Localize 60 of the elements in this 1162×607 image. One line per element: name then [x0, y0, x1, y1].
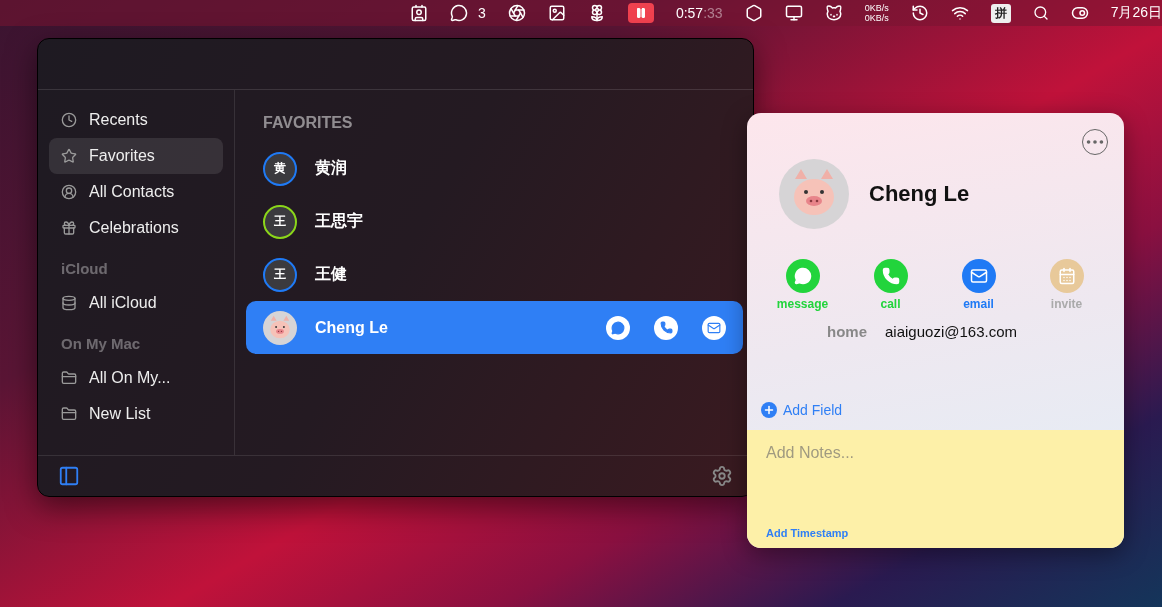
sidebar-item[interactable]: All On My...: [49, 360, 223, 396]
sidebar-toggle-button[interactable]: [58, 465, 80, 487]
contact-row[interactable]: Cheng Le: [246, 301, 743, 354]
initials-avatar: 王: [263, 257, 297, 292]
clock-icon: [61, 112, 77, 128]
pig-avatar: [779, 159, 849, 229]
folder-icon: [61, 406, 77, 422]
mail-icon: [961, 259, 996, 293]
chat-count: 3: [478, 5, 486, 21]
input-method-badge[interactable]: 拼: [990, 3, 1011, 23]
call-button[interactable]: [654, 315, 678, 340]
toggle-icon[interactable]: [1070, 4, 1089, 22]
hexagon-icon[interactable]: [744, 4, 763, 22]
star-icon: [61, 148, 77, 164]
search-icon[interactable]: [1032, 5, 1049, 21]
initials-avatar: 王: [263, 204, 297, 239]
person-icon: [61, 184, 77, 200]
favorites-heading: FAVORITES: [262, 114, 354, 133]
sidebar-item[interactable]: All iCloud: [49, 285, 223, 321]
contact-row[interactable]: 王 王思宇: [246, 195, 743, 248]
stack-icon: [61, 295, 77, 311]
folder-icon: [61, 370, 77, 386]
settings-button[interactable]: [711, 465, 733, 487]
field-label: home: [827, 323, 867, 340]
calendar-icon: [1049, 259, 1084, 293]
email-button[interactable]: [702, 315, 726, 340]
field-value: aiaiguozi@163.com: [885, 323, 1017, 340]
history-icon[interactable]: [910, 4, 929, 22]
speech-bubble-icon: [785, 259, 820, 293]
sidebar-item[interactable]: Favorites: [49, 138, 223, 174]
plus-icon: [761, 402, 777, 418]
monitor-icon[interactable]: [784, 4, 803, 22]
sidebar-item[interactable]: New List: [49, 396, 223, 432]
sidebar-item[interactable]: Recents: [49, 102, 223, 138]
mail-icon: [707, 320, 721, 335]
phone-icon: [659, 321, 673, 334]
image-icon[interactable]: [547, 4, 566, 22]
pause-button[interactable]: [627, 3, 654, 23]
pause-icon: [634, 7, 647, 19]
cat-icon[interactable]: [824, 4, 843, 22]
contact-name: Cheng Le: [869, 181, 970, 207]
contact-row[interactable]: 王 王健: [246, 248, 743, 301]
sidebar-section-title: On My Mac: [60, 334, 142, 354]
id-card-icon[interactable]: [410, 4, 429, 22]
contact-row[interactable]: 黄 黄润: [246, 142, 743, 195]
sidebar-section-title: iCloud: [60, 259, 109, 279]
menu-date[interactable]: 7月26日: [1110, 4, 1162, 22]
wifi-icon[interactable]: [950, 4, 969, 22]
timer-text: 0:57:33: [675, 5, 723, 21]
initials-avatar: 黄: [263, 151, 297, 186]
speech-bubble-icon: [611, 320, 625, 335]
pig-avatar: [263, 310, 297, 345]
notes-field[interactable]: Add Notes...: [766, 444, 1105, 462]
download-speed: 0KB/s: [864, 13, 889, 23]
upload-speed: 0KB/s: [864, 3, 889, 13]
gift-icon: [61, 220, 77, 236]
phone-icon: [873, 259, 908, 293]
sidebar-item[interactable]: Celebrations: [49, 210, 223, 246]
sidebar-item[interactable]: All Contacts: [49, 174, 223, 210]
message-button[interactable]: [606, 315, 630, 340]
